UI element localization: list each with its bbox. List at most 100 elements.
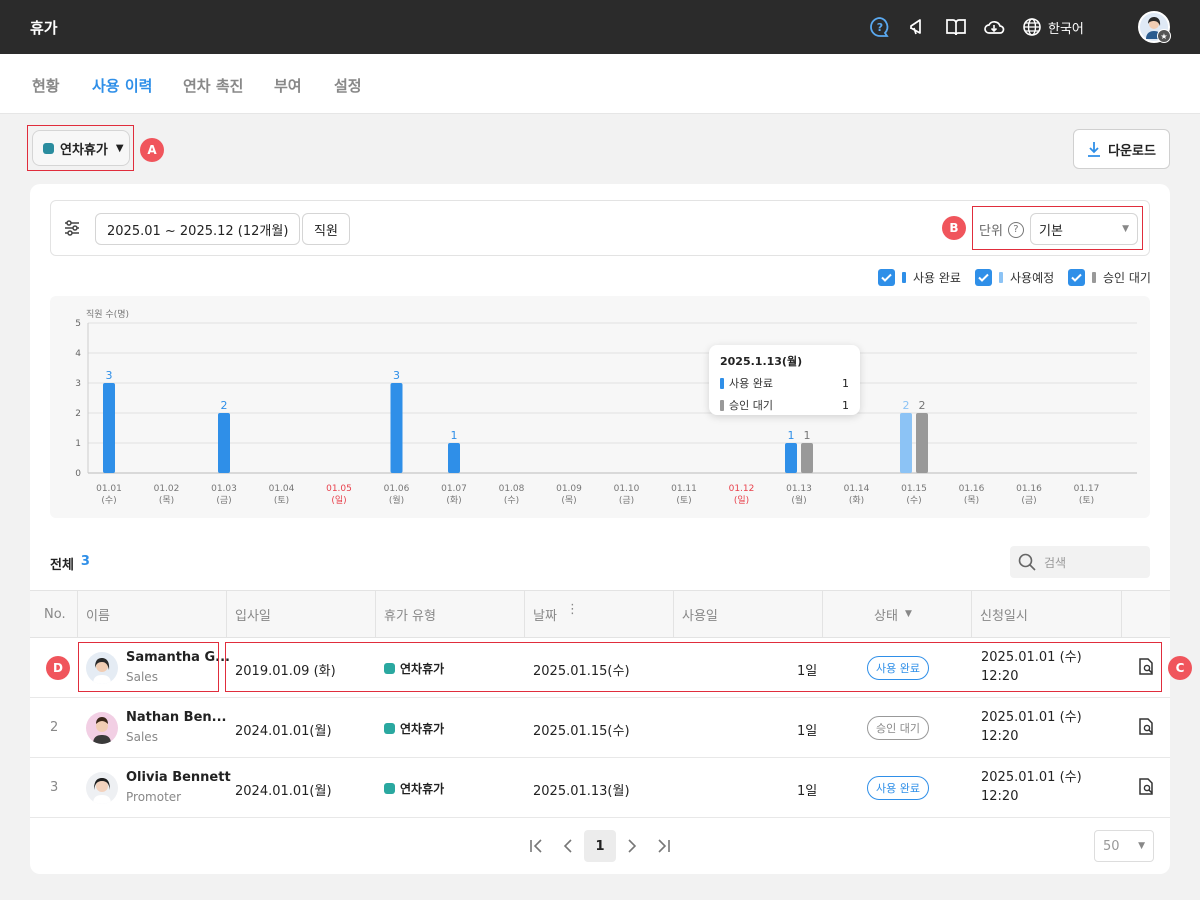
legend-swatch	[999, 271, 1003, 283]
list-total: 전체 3	[50, 554, 90, 573]
checkbox-checked-icon[interactable]	[1068, 268, 1085, 286]
group-filter[interactable]: 직원	[302, 213, 350, 245]
x-tick-day-label: (수)	[101, 495, 116, 506]
y-tick-label: 0	[75, 469, 81, 479]
page-current[interactable]: 1	[584, 830, 616, 862]
tooltip-title: 2025.1.13(월)	[720, 355, 803, 368]
legend-item-scheduled[interactable]: 사용예정	[975, 268, 1054, 286]
x-tick-label: 01.12	[729, 484, 755, 494]
first-page-icon[interactable]	[520, 830, 552, 862]
request-date: 2025.01.01 (수)	[981, 770, 1082, 785]
leave-type-cell: 연차휴가	[384, 720, 444, 737]
x-tick-day-label: (수)	[906, 495, 921, 506]
bar-value-label: 1	[788, 429, 795, 442]
x-tick-day-label: (화)	[849, 495, 864, 506]
bar-0	[448, 443, 460, 473]
col-date[interactable]: 날짜	[525, 591, 557, 638]
table-row[interactable]: 3 Olivia Bennett Promoter 2024.01.01(월) …	[30, 758, 1170, 818]
next-page-icon[interactable]	[616, 830, 648, 862]
tooltip-swatch	[720, 399, 724, 411]
cloud-download-icon[interactable]	[982, 15, 1006, 39]
column-divider	[1121, 591, 1122, 638]
tooltip-row: 사용 완료 1	[720, 375, 849, 391]
legend-label: 사용 완료	[913, 270, 961, 285]
caret-down-icon[interactable]: ▼	[905, 609, 912, 619]
hire-date: 2024.01.01(월)	[235, 784, 332, 799]
annotation-box-c	[225, 642, 1162, 692]
legend-item-completed[interactable]: 사용 완료	[878, 268, 961, 286]
tab-settings[interactable]: 설정	[334, 75, 362, 96]
x-tick-day-label: (목)	[159, 495, 174, 506]
x-tick-day-label: (일)	[734, 495, 749, 506]
x-tick-label: 01.02	[154, 484, 180, 494]
row-no: 2	[50, 720, 59, 735]
search-input[interactable]: 검색	[1010, 546, 1150, 578]
col-request-date[interactable]: 신청일시	[972, 591, 1028, 638]
bar-0	[785, 443, 797, 473]
checkbox-checked-icon[interactable]	[878, 268, 895, 286]
x-tick-label: 01.04	[269, 484, 295, 494]
column-menu-icon[interactable]: ⋮	[566, 603, 579, 616]
bar-chart: 직원 수(명)01234501.01(수)301.02(목)01.03(금)20…	[75, 309, 1137, 506]
filter-sliders-icon[interactable]	[63, 219, 81, 241]
tab-bar: 현황 사용 이력 연차 촉진 부여 설정	[0, 54, 1200, 114]
download-button[interactable]: 다운로드	[1073, 129, 1170, 169]
last-page-icon[interactable]	[648, 830, 680, 862]
col-leave-type[interactable]: 휴가 유형	[376, 591, 436, 638]
tooltip-row-value: 1	[842, 376, 849, 390]
x-tick-day-label: (월)	[389, 494, 404, 506]
chart-tooltip: 2025.1.13(월) 사용 완료 1 승인 대기 1	[709, 345, 860, 415]
tab-grant[interactable]: 부여	[274, 75, 302, 96]
tab-overview[interactable]: 현황	[32, 75, 60, 96]
view-detail-icon[interactable]	[1137, 778, 1157, 798]
legend-item-pending[interactable]: 승인 대기	[1068, 268, 1151, 286]
help-icon[interactable]: ?	[868, 15, 892, 39]
status-badge: 승인 대기	[867, 716, 929, 740]
employee-name[interactable]: Nathan Ben...	[126, 710, 226, 725]
search-icon	[1018, 553, 1036, 571]
date-range-filter[interactable]: 2025.01 ~ 2025.12 (12개월)	[95, 213, 301, 245]
x-tick-day-label: (일)	[331, 495, 346, 506]
megaphone-icon[interactable]	[905, 15, 929, 39]
legend-swatch	[1092, 271, 1096, 283]
employee-dept: Sales	[126, 730, 158, 744]
tab-leave-promotion[interactable]: 연차 촉진	[183, 75, 243, 96]
annotation-badge-c: C	[1168, 656, 1192, 680]
col-days-used[interactable]: 사용일	[674, 591, 718, 638]
tab-usage-history[interactable]: 사용 이력	[92, 75, 152, 96]
per-page-select[interactable]: 50 ▼	[1094, 830, 1154, 862]
bar-value-label: 2	[221, 399, 228, 412]
table-header: No. 이름 입사일 휴가 유형 날짜 ⋮ 사용일 상태 ▼ 신청일시	[30, 590, 1170, 638]
x-tick-day-label: (월)	[791, 494, 806, 506]
annotation-badge-d: D	[46, 656, 70, 680]
request-datetime: 2025.01.01 (수) 12:20	[981, 768, 1082, 806]
checkbox-checked-icon[interactable]	[975, 268, 992, 286]
col-hire-date[interactable]: 입사일	[227, 591, 271, 638]
x-tick-label: 01.06	[384, 484, 410, 494]
prev-page-icon[interactable]	[552, 830, 584, 862]
col-status[interactable]: 상태	[866, 591, 898, 638]
tooltip-row: 승인 대기 1	[720, 397, 849, 413]
avatar	[86, 712, 118, 744]
tooltip-row-value: 1	[842, 398, 849, 412]
app-title: 휴가	[30, 19, 58, 37]
total-count: 3	[80, 554, 90, 569]
bar-value-label: 1	[451, 429, 458, 442]
user-avatar[interactable]: ★	[1138, 11, 1171, 43]
book-icon[interactable]	[944, 15, 968, 39]
view-detail-icon[interactable]	[1137, 718, 1157, 738]
x-tick-day-label: (목)	[964, 495, 979, 506]
x-tick-day-label: (금)	[216, 495, 231, 506]
days-used: 1일	[797, 784, 818, 799]
col-name[interactable]: 이름	[78, 591, 110, 638]
employee-dept: Promoter	[126, 790, 182, 804]
bar-value-label: 3	[106, 369, 113, 382]
x-tick-label: 01.17	[1074, 484, 1100, 494]
x-tick-day-label: (금)	[619, 495, 634, 506]
language-selector[interactable]: 한국어	[1022, 15, 1084, 39]
settings-badge-icon: ★	[1157, 29, 1171, 43]
employee-name[interactable]: Olivia Bennett	[126, 770, 231, 785]
hire-date: 2024.01.01(월)	[235, 724, 332, 739]
table-row[interactable]: 2 Nathan Ben... Sales 2024.01.01(월) 연차휴가…	[30, 698, 1170, 758]
leave-type-cell: 연차휴가	[384, 780, 444, 797]
